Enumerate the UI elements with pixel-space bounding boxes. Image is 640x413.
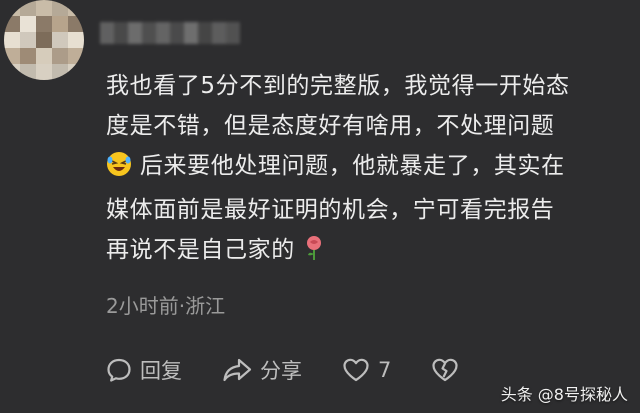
comment-actions: 回复 分享 7	[106, 355, 467, 385]
reply-button[interactable]: 回复	[106, 355, 182, 385]
comment-line-text: 后来要他处理问题，他就暴走了，其实在	[139, 153, 565, 179]
like-button[interactable]: 7	[342, 357, 391, 383]
comment-line: 度是不错，但是态度好有啥用，不处理问题	[106, 106, 628, 146]
avatar-pixel	[36, 32, 52, 48]
comment-line: 媒体面前是最好证明的机会，宁可看完报告	[106, 197, 555, 223]
share-button[interactable]: 分享	[222, 355, 302, 385]
broken-heart-icon	[432, 358, 458, 382]
dislike-button[interactable]	[431, 357, 467, 383]
comment-line: 后来要他处理问题，他就暴走了，其实在	[106, 146, 628, 190]
comment-text: 我也看了5分不到的完整版，我觉得一开始态 度是不错，但是态度好有啥用，不处理问题…	[106, 66, 628, 274]
watermark: 头条 @8号探秘人	[500, 385, 628, 404]
comment-line-text: 度是不错，但是态度好有啥用，不处理问题	[106, 113, 555, 139]
avatar-pixel	[20, 16, 36, 32]
comment-line-text: 再说不是自己家的	[106, 237, 295, 263]
user-avatar[interactable]	[4, 0, 84, 80]
comment-line: 再说不是自己家的	[106, 230, 628, 274]
reply-icon	[107, 358, 131, 382]
like-count: 7	[378, 358, 392, 382]
avatar-pixel	[52, 16, 68, 32]
reply-label: 回复	[140, 359, 182, 383]
laughing-emoji-icon	[106, 150, 132, 190]
comment-time-location: 2小时前·浙江	[106, 294, 226, 318]
comment-line: 我也看了5分不到的完整版，我觉得一开始态	[106, 73, 570, 99]
share-icon	[223, 358, 252, 382]
username-blurred[interactable]	[100, 22, 240, 44]
share-label: 分享	[260, 359, 302, 383]
avatar-pixel	[36, 48, 52, 64]
avatar-pixel	[20, 48, 36, 64]
rose-emoji-icon	[303, 234, 325, 274]
heart-icon	[343, 358, 369, 382]
